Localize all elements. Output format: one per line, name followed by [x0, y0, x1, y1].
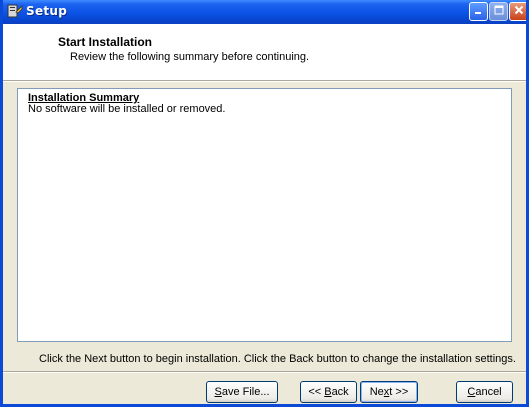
cancel-label: ancel: [475, 386, 502, 398]
cancel-button[interactable]: Cancel: [456, 381, 513, 403]
maximize-icon: [494, 5, 504, 18]
title-bar[interactable]: Setup: [3, 0, 526, 24]
page-subtitle: Review the following summary before cont…: [70, 51, 310, 63]
next-prefix: Ne: [369, 386, 384, 398]
maximize-button[interactable]: [489, 2, 508, 21]
window-title: Setup: [26, 4, 68, 18]
next-button[interactable]: Ne x t >>: [360, 381, 418, 403]
minimize-button[interactable]: [469, 2, 488, 21]
footer-divider: [3, 371, 526, 373]
summary-text: No software will be installed or removed…: [28, 103, 226, 115]
setup-icon: [7, 3, 23, 19]
setup-window: Setup Start Installation Review the foll…: [0, 0, 529, 407]
save-label: ave File...: [221, 386, 270, 398]
back-label: ack: [331, 386, 349, 398]
back-button[interactable]: << Back: [300, 381, 357, 403]
save-mnemonic: S: [214, 386, 222, 398]
save-file-button[interactable]: Save File...: [206, 381, 278, 403]
instruction-text: Click the Next button to begin installat…: [39, 353, 516, 365]
cancel-mnemonic: C: [467, 386, 476, 398]
close-button[interactable]: [509, 2, 526, 21]
next-label: t >>: [389, 386, 409, 398]
back-prefix: <<: [308, 386, 325, 398]
minimize-icon: [474, 6, 483, 18]
summary-panel[interactable]: Installation Summary No software will be…: [17, 88, 512, 342]
page-title: Start Installation: [58, 35, 153, 49]
wizard-header: Start Installation Review the following …: [3, 24, 526, 81]
close-icon: [514, 5, 524, 18]
header-divider: [3, 81, 526, 82]
back-mnemonic: B: [324, 386, 332, 398]
